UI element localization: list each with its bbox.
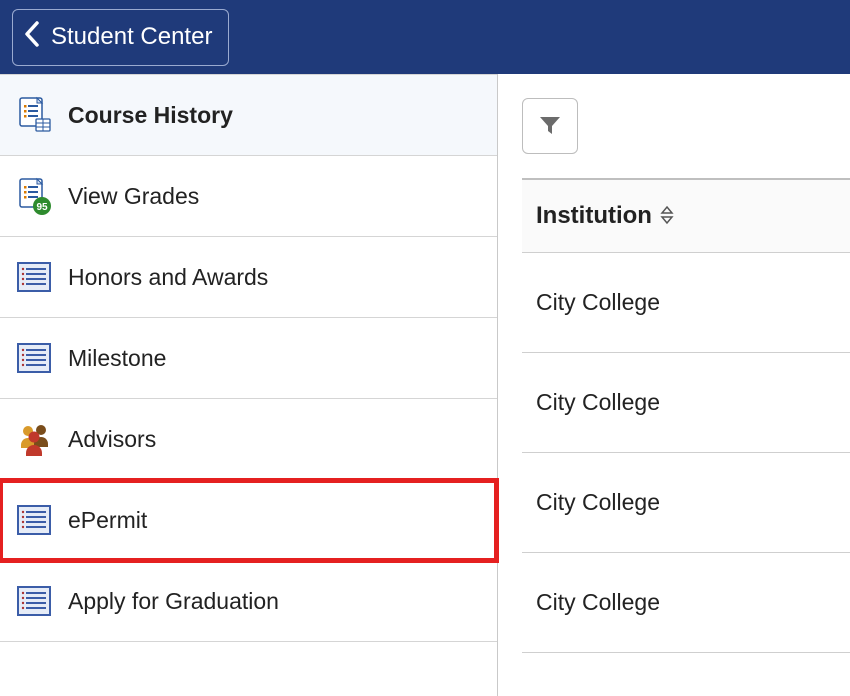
svg-text:95: 95 xyxy=(36,202,48,213)
cell-institution: City College xyxy=(536,289,660,315)
cell-institution: City College xyxy=(536,489,660,515)
sidebar-item-label: Honors and Awards xyxy=(68,264,268,291)
content-area: Institution City College City College Ci… xyxy=(498,74,850,696)
table-row[interactable]: City College xyxy=(522,353,850,453)
institution-table: Institution City College City College Ci… xyxy=(522,178,850,653)
table-row[interactable]: City College xyxy=(522,453,850,553)
sidebar-item-label: Advisors xyxy=(68,426,156,453)
sidebar-item-epermit[interactable]: ePermit xyxy=(0,480,497,561)
list-lines-icon xyxy=(14,500,54,540)
sidebar-item-milestone[interactable]: Milestone xyxy=(0,318,497,399)
app-header: Student Center xyxy=(0,0,850,74)
cell-institution: City College xyxy=(536,589,660,615)
grades-icon: 95 xyxy=(14,176,54,216)
sidebar-item-advisors[interactable]: Advisors xyxy=(0,399,497,480)
back-button[interactable]: Student Center xyxy=(12,9,229,66)
sidebar-item-view-grades[interactable]: 95 View Grades xyxy=(0,156,497,237)
sidebar-item-label: Apply for Graduation xyxy=(68,588,279,615)
filter-button[interactable] xyxy=(522,98,578,154)
filter-icon xyxy=(536,111,564,142)
sidebar-item-label: Milestone xyxy=(68,345,166,372)
people-icon xyxy=(14,419,54,459)
sidebar-item-label: View Grades xyxy=(68,183,199,210)
sidebar-item-label: Course History xyxy=(68,102,233,129)
sort-icon xyxy=(660,205,674,228)
sidebar-item-honors-awards[interactable]: Honors and Awards xyxy=(0,237,497,318)
sidebar-item-course-history[interactable]: Course History xyxy=(0,74,497,156)
table-row[interactable]: City College xyxy=(522,553,850,653)
list-lines-icon xyxy=(14,581,54,621)
list-lines-icon xyxy=(14,257,54,297)
main-area: Course History 95 View Grades xyxy=(0,74,850,696)
column-header-label: Institution xyxy=(536,202,652,230)
sidebar-item-label: ePermit xyxy=(68,507,147,534)
cell-institution: City College xyxy=(536,389,660,415)
sidebar-item-apply-graduation[interactable]: Apply for Graduation xyxy=(0,561,497,642)
column-header-institution[interactable]: Institution xyxy=(522,180,850,253)
back-label: Student Center xyxy=(51,23,212,51)
list-lines-icon xyxy=(14,338,54,378)
chevron-left-icon xyxy=(23,20,41,55)
document-list-icon xyxy=(14,95,54,135)
table-row[interactable]: City College xyxy=(522,253,850,353)
sidebar: Course History 95 View Grades xyxy=(0,74,498,696)
